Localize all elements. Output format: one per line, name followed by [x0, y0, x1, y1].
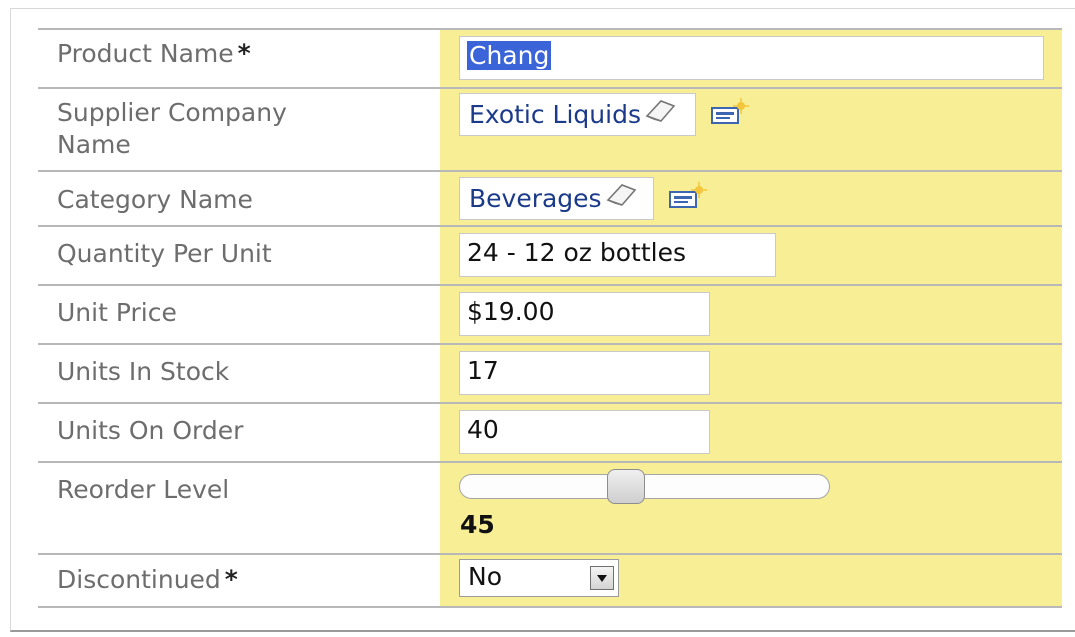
row-divider	[38, 87, 1062, 89]
row-divider	[38, 402, 1062, 404]
supplier-value[interactable]: Exotic Liquids	[469, 95, 641, 135]
row-divider	[38, 170, 1062, 172]
eraser-icon[interactable]	[604, 179, 638, 219]
required-marker: *	[237, 39, 251, 68]
supplier-label-line1: Supplier Company	[57, 98, 287, 127]
row-divider	[38, 461, 1062, 463]
quantity-per-unit-label-text: Quantity Per Unit	[57, 239, 272, 268]
unit-price-input[interactable]: $19.00	[459, 292, 710, 336]
units-on-order-input[interactable]: 40	[459, 410, 710, 454]
quantity-per-unit-input[interactable]: 24 - 12 oz bottles	[459, 233, 776, 277]
row-divider	[38, 343, 1062, 345]
discontinued-value: No	[468, 562, 502, 591]
product-name-value: Chang	[467, 41, 552, 70]
unit-price-value: $19.00	[467, 297, 555, 326]
category-value[interactable]: Beverages	[469, 179, 602, 219]
units-on-order-value: 40	[467, 415, 499, 444]
unit-price-label: Unit Price	[57, 297, 177, 329]
slider-handle[interactable]	[606, 469, 645, 504]
dropdown-arrow-icon[interactable]	[590, 566, 614, 590]
supplier-label-line2: Name	[57, 130, 131, 159]
quantity-per-unit-value: 24 - 12 oz bottles	[467, 238, 686, 267]
unit-price-label-text: Unit Price	[57, 298, 177, 327]
product-name-input[interactable]: Chang	[459, 36, 1044, 80]
reorder-level-value: 45	[460, 510, 495, 539]
reorder-level-label-text: Reorder Level	[57, 475, 230, 504]
row-divider	[38, 225, 1062, 227]
category-field[interactable]: Beverages	[459, 177, 654, 220]
product-name-label-text: Product Name	[57, 39, 234, 68]
row-divider	[38, 284, 1062, 286]
units-on-order-label: Units On Order	[57, 415, 243, 447]
discontinued-select[interactable]: No	[459, 559, 619, 597]
units-in-stock-label-text: Units In Stock	[57, 357, 230, 386]
units-in-stock-label: Units In Stock	[57, 356, 229, 388]
units-in-stock-value: 17	[467, 356, 499, 385]
new-record-icon[interactable]	[710, 98, 750, 132]
product-name-label: Product Name *	[57, 38, 251, 70]
discontinued-label: Discontinued *	[57, 564, 238, 596]
row-divider	[38, 28, 1062, 30]
row-divider	[38, 606, 1062, 608]
quantity-per-unit-label: Quantity Per Unit	[57, 238, 272, 270]
row-divider	[38, 553, 1062, 555]
discontinued-label-text: Discontinued	[57, 565, 221, 594]
supplier-field[interactable]: Exotic Liquids	[459, 93, 696, 136]
reorder-level-label: Reorder Level	[57, 474, 229, 506]
new-record-icon[interactable]	[668, 182, 708, 216]
category-label-text: Category Name	[57, 185, 253, 214]
category-label: Category Name	[57, 184, 253, 216]
eraser-icon[interactable]	[643, 95, 677, 135]
units-on-order-label-text: Units On Order	[57, 416, 244, 445]
required-marker: *	[224, 565, 238, 594]
supplier-label: Supplier Company Name	[57, 97, 287, 161]
units-in-stock-input[interactable]: 17	[459, 351, 710, 395]
